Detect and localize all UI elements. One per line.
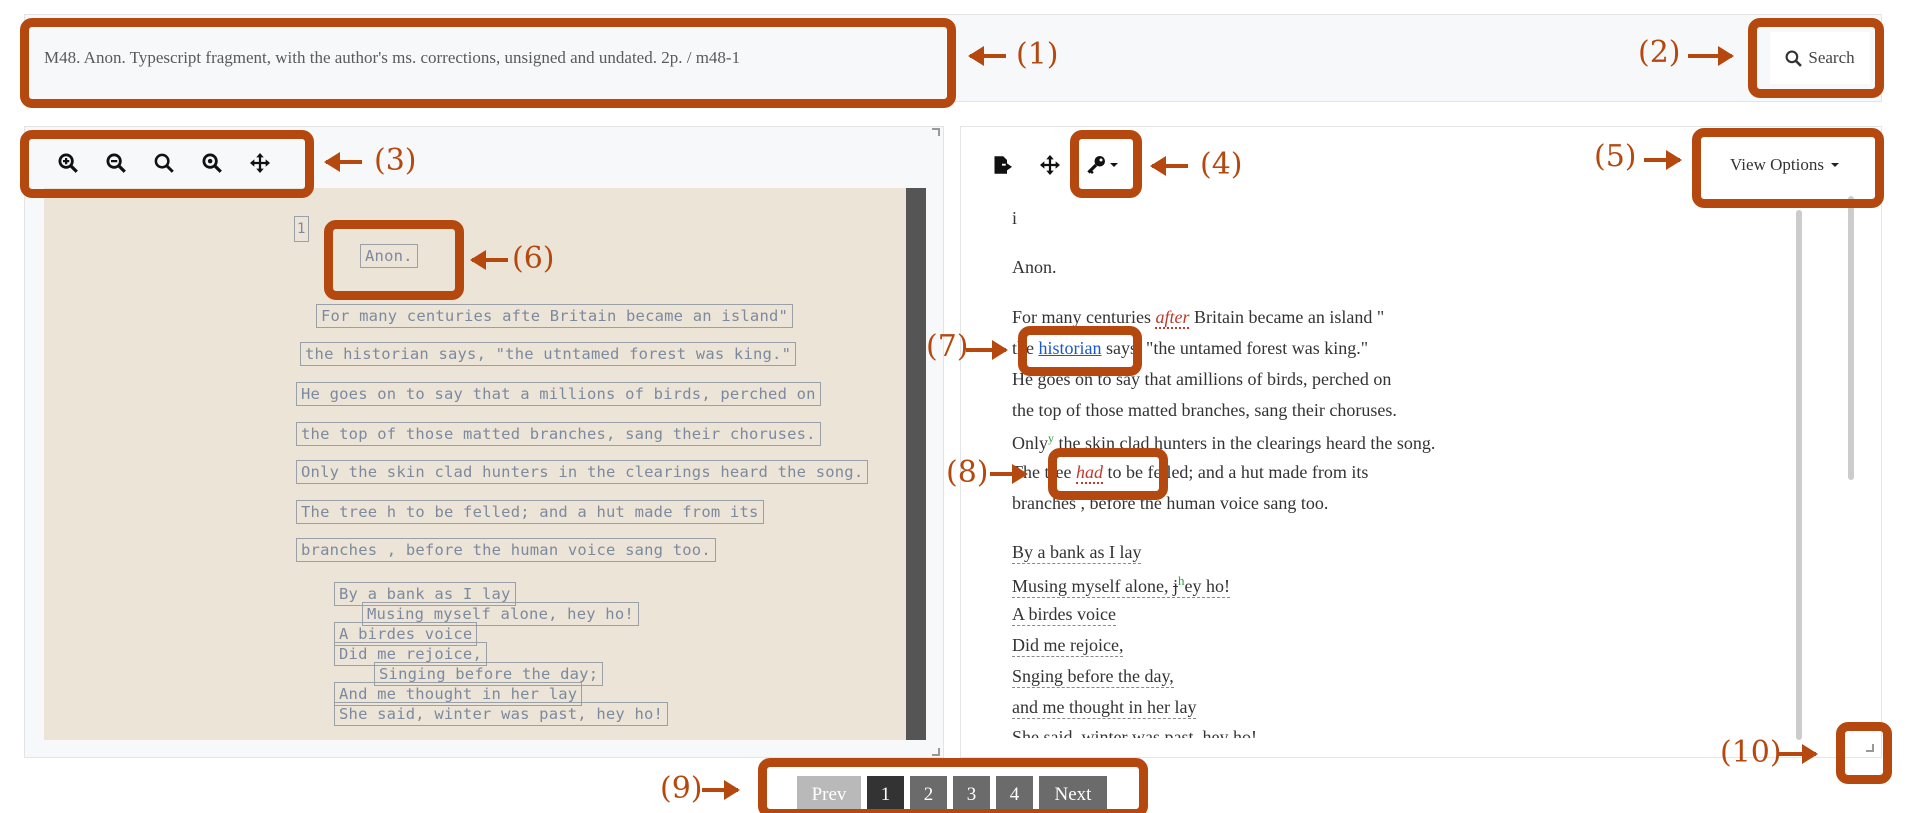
pagination: Prev 1 2 3 4 Next bbox=[797, 776, 1107, 813]
document-title: M48. Anon. Typescript fragment, with the… bbox=[44, 48, 741, 67]
transcription-author: Anon. bbox=[1012, 257, 1057, 277]
zoom-in-icon[interactable] bbox=[44, 143, 92, 183]
callout-label-6: (6) bbox=[512, 241, 555, 276]
callout-arrow-3 bbox=[324, 152, 362, 172]
callout-arrow-10 bbox=[1778, 744, 1818, 764]
image-viewer-resize-handle[interactable] bbox=[932, 128, 940, 136]
transcription-line: the historian says, "the untamed forest … bbox=[1012, 338, 1369, 358]
callout-arrow-7 bbox=[966, 340, 1008, 360]
zoom-fit-icon[interactable] bbox=[188, 143, 236, 183]
search-icon bbox=[1785, 50, 1803, 67]
outer-scrollbar[interactable] bbox=[1848, 196, 1854, 480]
verse-line: and me thought in her lay bbox=[1012, 697, 1197, 719]
caret-down-icon bbox=[1109, 163, 1118, 167]
scan-edge bbox=[906, 188, 926, 740]
verse-line: Musing myself alone, jhey ho! bbox=[1012, 573, 1230, 598]
callout-label-4: (4) bbox=[1200, 147, 1243, 182]
key-dropdown-button[interactable] bbox=[1074, 145, 1130, 185]
callout-arrow-1 bbox=[968, 46, 1006, 66]
callout-label-2: (2) bbox=[1638, 35, 1681, 70]
page-button-2[interactable]: 2 bbox=[910, 776, 947, 813]
caret-down-icon bbox=[1830, 163, 1839, 167]
verse-line: Snging before the day, bbox=[1012, 666, 1174, 688]
callout-arrow-8 bbox=[990, 464, 1028, 484]
transcription-scrollbar[interactable] bbox=[1796, 210, 1802, 740]
callout-label-9: (9) bbox=[660, 771, 703, 806]
panel-resize-handle[interactable] bbox=[1866, 744, 1874, 752]
typescript-line: Only the skin clad hunters in the cleari… bbox=[296, 460, 869, 484]
verse-line: Did me rejoice, bbox=[1012, 635, 1124, 657]
typescript-line: the top of those matted branches, sang t… bbox=[296, 422, 821, 446]
callout-arrow-6 bbox=[470, 250, 508, 270]
next-page-button[interactable]: Next bbox=[1039, 776, 1107, 813]
page-button-4[interactable]: 4 bbox=[996, 776, 1033, 813]
transcription-line: Onlyy the skin clad hunters in the clear… bbox=[1012, 431, 1436, 453]
view-options-button[interactable]: View Options bbox=[1700, 144, 1870, 186]
zoom-out-icon[interactable] bbox=[92, 143, 140, 183]
callout-label-10: (10) bbox=[1720, 735, 1782, 770]
typescript-line: The tree h to be felled; and a hut made … bbox=[296, 500, 764, 524]
verse-line: She said, winter was past, hey ho! bbox=[1012, 728, 1257, 738]
verse-line: By a bank as I lay bbox=[1012, 542, 1142, 564]
typescript-line: He goes on to say that a millions of bir… bbox=[296, 382, 821, 406]
page-button-1[interactable]: 1 bbox=[867, 776, 904, 813]
image-viewer-resize-handle-bottom[interactable] bbox=[932, 748, 940, 756]
callout-arrow-9 bbox=[702, 780, 740, 800]
manuscript-image[interactable]: 1 Anon. For many centuries afte Britain … bbox=[44, 188, 926, 740]
typescript-line: For many centuries afte Britain became a… bbox=[316, 304, 794, 328]
callout-label-8: (8) bbox=[946, 455, 989, 490]
callout-arrow-2 bbox=[1688, 46, 1734, 66]
callout-label-5: (5) bbox=[1594, 139, 1637, 174]
prev-page-button[interactable]: Prev bbox=[797, 776, 861, 813]
typescript-line: She said, winter was past, hey ho! bbox=[334, 702, 669, 726]
emphasis-word[interactable]: after bbox=[1155, 307, 1190, 329]
pan-move-icon[interactable] bbox=[1026, 145, 1074, 185]
search-button[interactable]: Search bbox=[1770, 32, 1870, 84]
search-label: Search bbox=[1808, 48, 1855, 67]
fade-cover bbox=[1000, 738, 1780, 756]
historian-link[interactable]: historian bbox=[1039, 338, 1102, 358]
transcription-line: the top of those matted branches, sang t… bbox=[1012, 400, 1397, 420]
callout-label-3: (3) bbox=[374, 143, 417, 178]
callout-arrow-5 bbox=[1644, 150, 1682, 170]
page-marker: i bbox=[1012, 208, 1018, 228]
image-toolbar bbox=[44, 143, 284, 183]
page-number-mark: 1 bbox=[294, 216, 309, 242]
transcription-line: branches , before the human voice sang t… bbox=[1012, 493, 1329, 513]
verse-line: A birdes voice bbox=[1012, 604, 1116, 626]
key-icon bbox=[1086, 156, 1105, 175]
transcription-line: He goes on to say that amillions of bird… bbox=[1012, 369, 1392, 389]
page-button-3[interactable]: 3 bbox=[953, 776, 990, 813]
typescript-line: the historian says, "the utntamed forest… bbox=[300, 342, 797, 366]
pan-move-icon[interactable] bbox=[236, 143, 284, 183]
transcription-line: The tree had to be felled; and a hut mad… bbox=[1012, 462, 1369, 484]
callout-label-7: (7) bbox=[926, 329, 969, 364]
transcription-toolbar bbox=[978, 145, 1130, 185]
view-options-label: View Options bbox=[1730, 155, 1824, 174]
export-icon[interactable] bbox=[978, 145, 1026, 185]
zoom-reset-icon[interactable] bbox=[140, 143, 188, 183]
typescript-line: branches , before the human voice sang t… bbox=[296, 538, 716, 562]
callout-label-1: (1) bbox=[1016, 37, 1059, 72]
emphasis-word[interactable]: had bbox=[1075, 462, 1103, 484]
callout-arrow-4 bbox=[1150, 156, 1188, 176]
typescript-line: Anon. bbox=[360, 244, 418, 268]
transcription-line: For many centuries after Britain became … bbox=[1012, 307, 1385, 329]
